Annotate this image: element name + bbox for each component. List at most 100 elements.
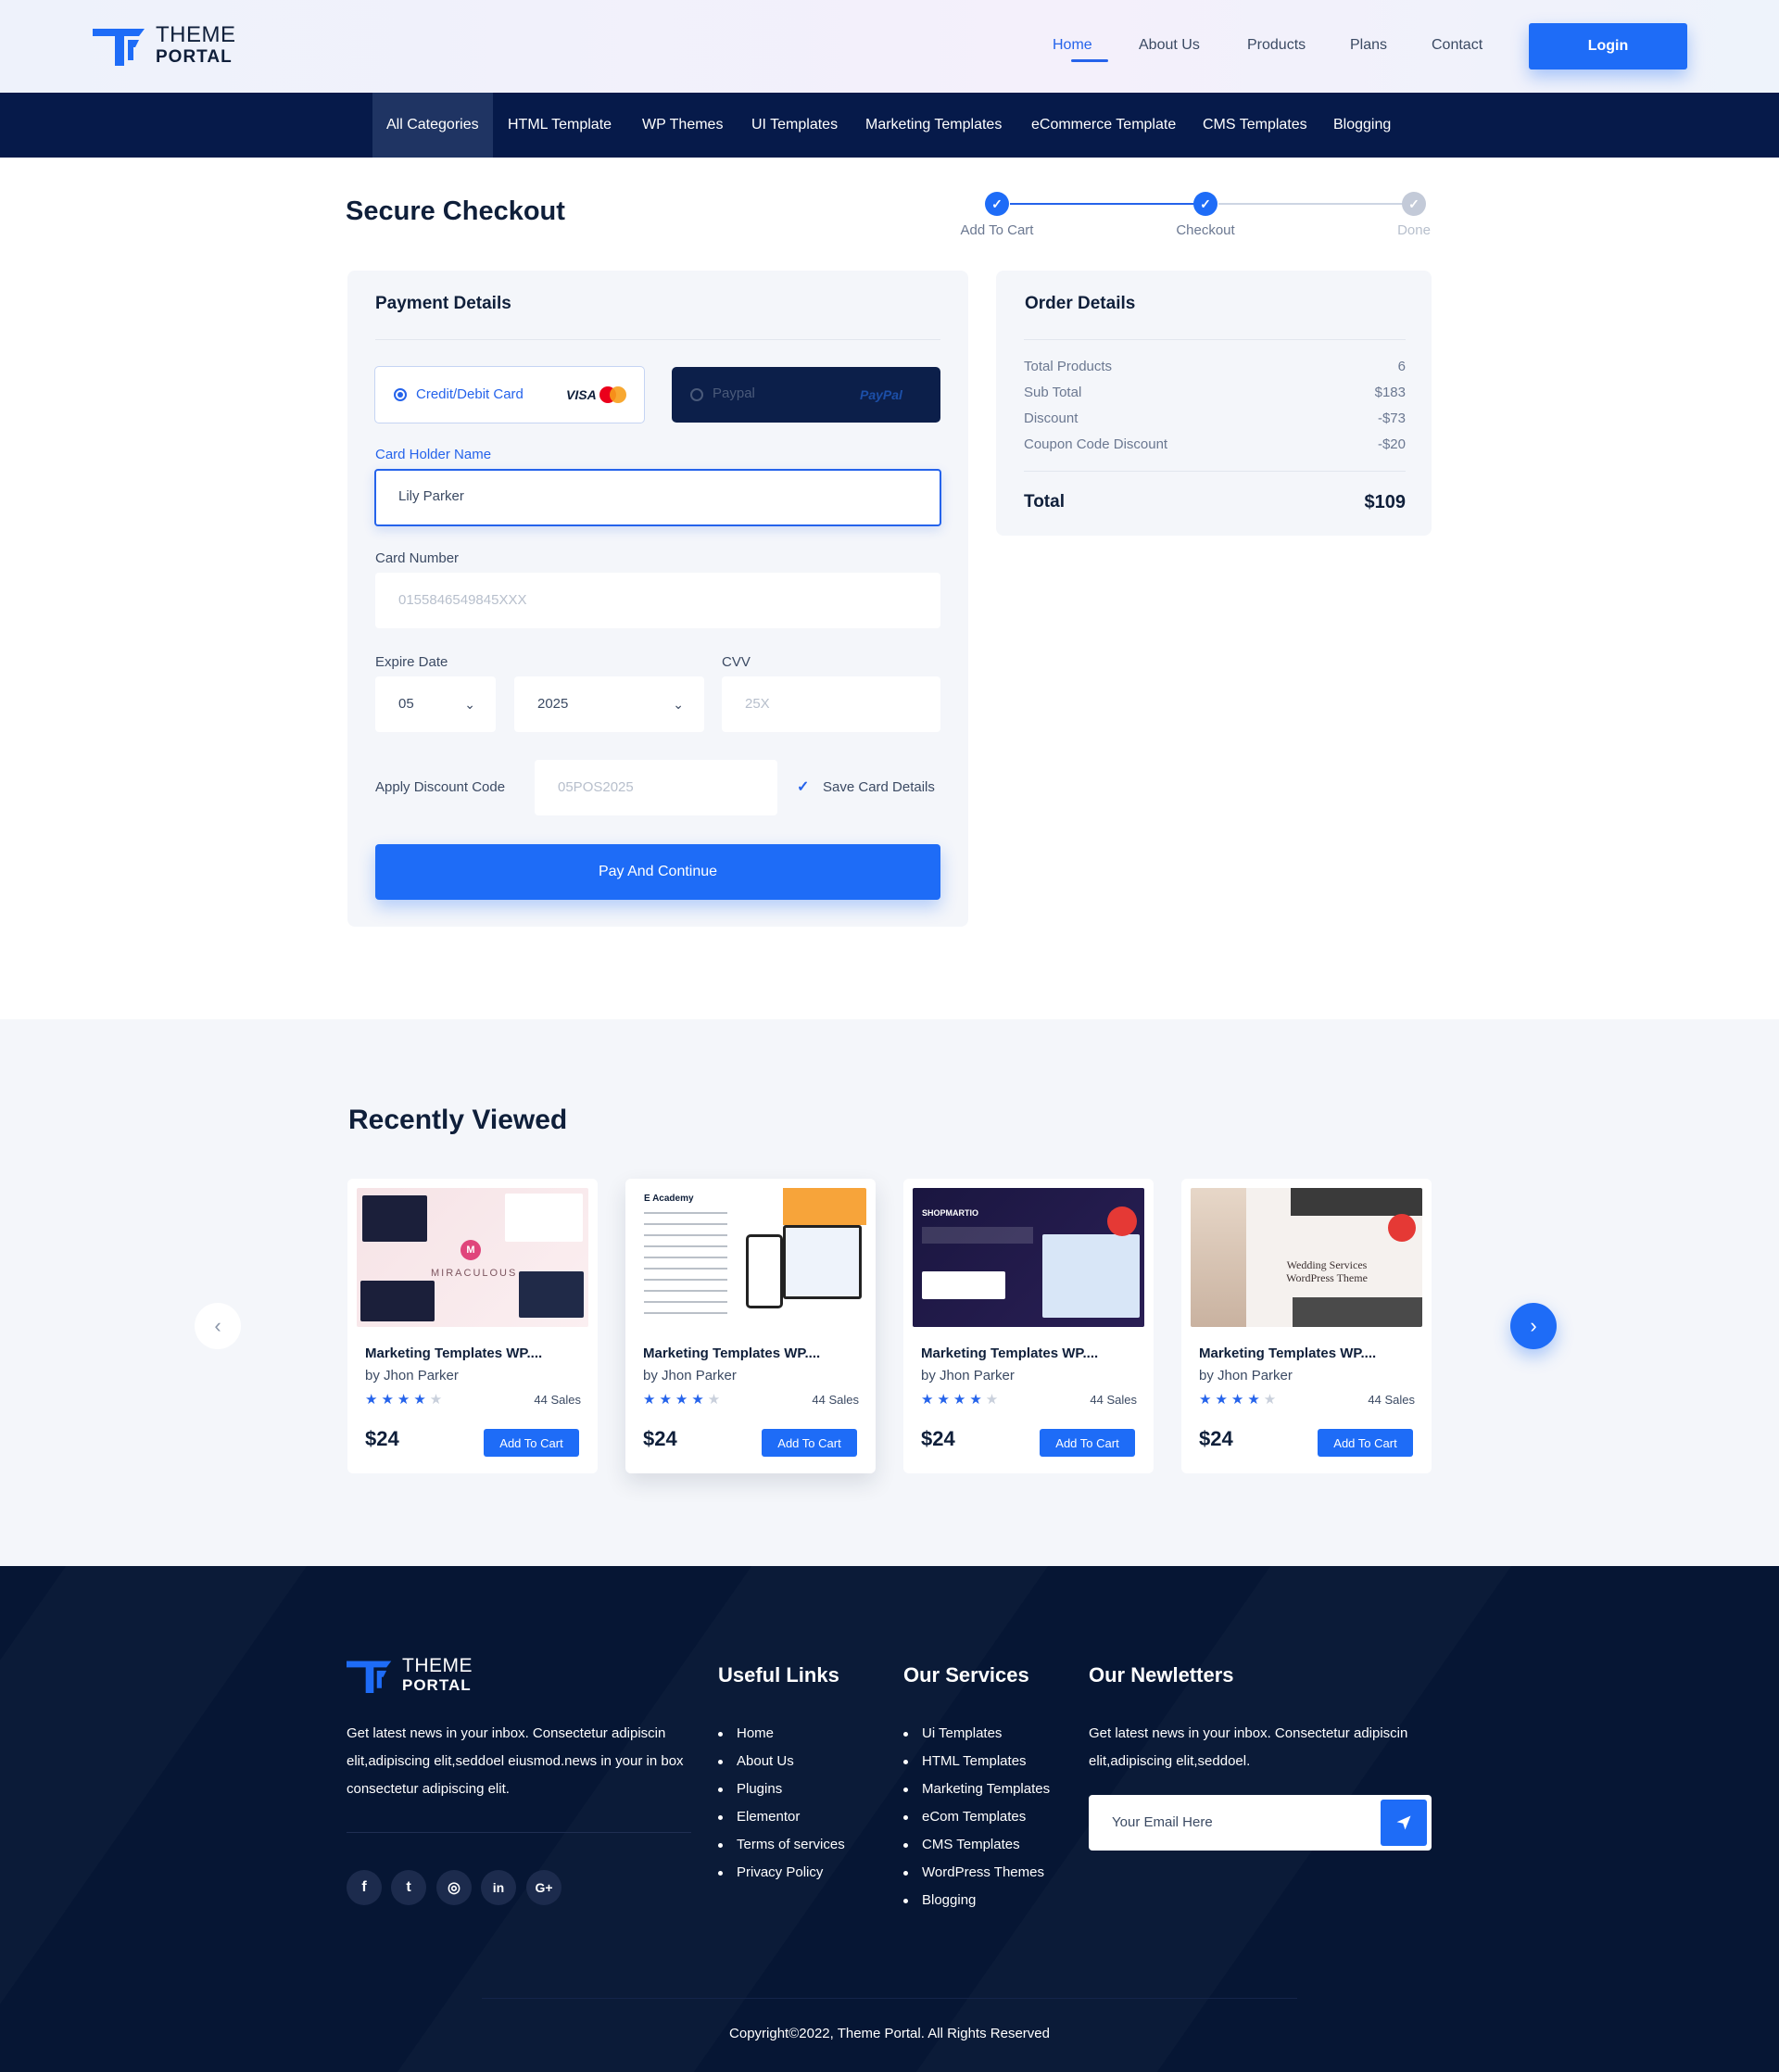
order-total-row: Total $109 [1024, 492, 1406, 513]
checkmark-icon[interactable]: ✓ [797, 777, 809, 796]
payment-option-card-label: Credit/Debit Card [416, 386, 524, 402]
product-thumbnail[interactable]: M MIRACULOUS [357, 1188, 588, 1327]
payment-option-card[interactable]: Credit/Debit Card VISA [374, 366, 645, 423]
order-total-value: $109 [1364, 492, 1407, 512]
footer-service-link[interactable]: CMS Templates [903, 1831, 1050, 1859]
cvv-label: CVV [722, 654, 751, 670]
product-card[interactable]: SHOPMARTIO Marketing Templates WP.... by… [903, 1179, 1154, 1473]
expire-year-value: 2025 [537, 696, 569, 712]
logo-text-bottom: PORTAL [402, 1676, 472, 1694]
add-to-cart-button[interactable]: Add To Cart [1040, 1429, 1135, 1457]
category-html[interactable]: HTML Template [494, 93, 625, 158]
product-price: $24 [365, 1427, 399, 1450]
newsletter-email-input[interactable]: Your Email Here [1112, 1814, 1213, 1830]
order-row-label: Coupon Code Discount [1024, 436, 1168, 452]
radio-unselected-icon[interactable] [690, 388, 703, 401]
login-button[interactable]: Login [1529, 23, 1687, 69]
add-to-cart-button[interactable]: Add To Cart [1318, 1429, 1413, 1457]
google-plus-icon[interactable]: G+ [526, 1870, 561, 1905]
product-name[interactable]: Marketing Templates WP.... [921, 1346, 1098, 1361]
top-header: THEME PORTAL Home About Us Products Plan… [0, 0, 1779, 93]
category-ui[interactable]: UI Templates [738, 93, 852, 158]
rating-stars: ★★★★★ [1199, 1392, 1281, 1408]
footer-service-link[interactable]: Marketing Templates [903, 1775, 1050, 1803]
footer-service-link[interactable]: Blogging [903, 1887, 1050, 1914]
product-thumbnail[interactable]: E Academy [635, 1188, 866, 1327]
nav-home[interactable]: Home [1053, 37, 1108, 62]
useful-links-list: Home About Us Plugins Elementor Terms of… [718, 1720, 845, 1887]
category-cms[interactable]: CMS Templates [1189, 93, 1321, 158]
footer-link[interactable]: About Us [718, 1748, 845, 1775]
copyright-text: Copyright©2022, Theme Portal. All Rights… [729, 2026, 1050, 2041]
product-card[interactable]: E Academy Marketing Templates WP.... by … [625, 1179, 876, 1473]
footer-link[interactable]: Plugins [718, 1775, 845, 1803]
thumbnail-text: SHOPMARTIO [922, 1208, 979, 1218]
order-row-value: -$73 [1377, 411, 1406, 426]
expire-month-select[interactable]: 05 ⌄ [375, 676, 496, 732]
thumbnail-text: MIRACULOUS [431, 1268, 518, 1279]
twitter-icon[interactable]: t [391, 1870, 426, 1905]
logo-mark-icon [347, 1660, 392, 1693]
product-thumbnail[interactable]: SHOPMARTIO [913, 1188, 1144, 1327]
footer-service-link[interactable]: Ui Templates [903, 1720, 1050, 1748]
category-bar: All Categories HTML Template WP Themes U… [0, 93, 1779, 158]
category-marketing[interactable]: Marketing Templates [852, 93, 1016, 158]
category-all[interactable]: All Categories [372, 93, 493, 158]
order-row-label: Total Products [1024, 359, 1113, 374]
paypal-icon: PayPal [860, 387, 902, 402]
step-label: Add To Cart [960, 222, 1034, 238]
send-button[interactable] [1381, 1800, 1427, 1846]
category-wp[interactable]: WP Themes [628, 93, 737, 158]
step-line-2 [1218, 203, 1408, 205]
order-row: Sub Total $183 [1024, 385, 1406, 400]
product-name[interactable]: Marketing Templates WP.... [1199, 1346, 1376, 1361]
product-thumbnail[interactable]: Wedding Services WordPress Theme [1191, 1188, 1422, 1327]
footer-service-link[interactable]: HTML Templates [903, 1748, 1050, 1775]
add-to-cart-button[interactable]: Add To Cart [762, 1429, 857, 1457]
carousel-next-button[interactable]: › [1510, 1303, 1557, 1349]
holder-name-input[interactable]: Lily Parker [374, 469, 941, 526]
order-row-value: -$20 [1377, 436, 1406, 452]
footer-link[interactable]: Terms of services [718, 1831, 845, 1859]
carousel-prev-button[interactable]: ‹ [195, 1303, 241, 1349]
card-number-input[interactable]: 0155846549845XXX [375, 573, 940, 628]
step-done-icon: ✓ [985, 192, 1009, 216]
nav-about[interactable]: About Us [1139, 37, 1200, 54]
facebook-icon[interactable]: f [347, 1870, 382, 1905]
logo-text-top: THEME [402, 1655, 473, 1676]
linkedin-icon[interactable]: in [481, 1870, 516, 1905]
footer: THEME PORTAL Get latest news in your inb… [0, 1566, 1779, 2072]
send-icon [1396, 1815, 1411, 1830]
card-number-label: Card Number [375, 550, 460, 566]
save-card-label[interactable]: Save Card Details [823, 779, 935, 795]
product-name[interactable]: Marketing Templates WP.... [365, 1346, 542, 1361]
product-card[interactable]: M MIRACULOUS Marketing Templates WP.... … [347, 1179, 598, 1473]
nav-contact[interactable]: Contact [1432, 37, 1482, 54]
payment-option-paypal[interactable]: Paypal PayPal [672, 367, 940, 423]
newsletter-title: Our Newletters [1089, 1663, 1234, 1687]
add-to-cart-button[interactable]: Add To Cart [484, 1429, 579, 1457]
category-blogging[interactable]: Blogging [1319, 93, 1405, 158]
footer-link[interactable]: Elementor [718, 1803, 845, 1831]
footer-service-link[interactable]: eCom Templates [903, 1803, 1050, 1831]
footer-logo[interactable]: THEME PORTAL [347, 1655, 473, 1695]
nav-plans[interactable]: Plans [1350, 37, 1387, 54]
pay-and-continue-button[interactable]: Pay And Continue [375, 844, 940, 900]
product-card[interactable]: Wedding Services WordPress Theme Marketi… [1181, 1179, 1432, 1473]
expire-year-select[interactable]: 2025 ⌄ [514, 676, 704, 732]
order-row-label: Sub Total [1024, 385, 1082, 400]
step-done-icon: ✓ [1193, 192, 1218, 216]
product-name[interactable]: Marketing Templates WP.... [643, 1346, 820, 1361]
category-ecommerce[interactable]: eCommerce Template [1017, 93, 1190, 158]
footer-link[interactable]: Home [718, 1720, 845, 1748]
discount-code-input[interactable]: 05POS2025 [535, 760, 777, 815]
footer-link[interactable]: Privacy Policy [718, 1859, 845, 1887]
nav-products[interactable]: Products [1247, 37, 1306, 54]
step-label: Checkout [1176, 222, 1235, 238]
chevron-down-icon: ⌄ [673, 697, 684, 712]
radio-selected-icon[interactable] [394, 388, 407, 401]
footer-service-link[interactable]: WordPress Themes [903, 1859, 1050, 1887]
divider [1024, 339, 1406, 340]
instagram-icon[interactable]: ◎ [436, 1870, 472, 1905]
cvv-input[interactable]: 25X [722, 676, 940, 732]
